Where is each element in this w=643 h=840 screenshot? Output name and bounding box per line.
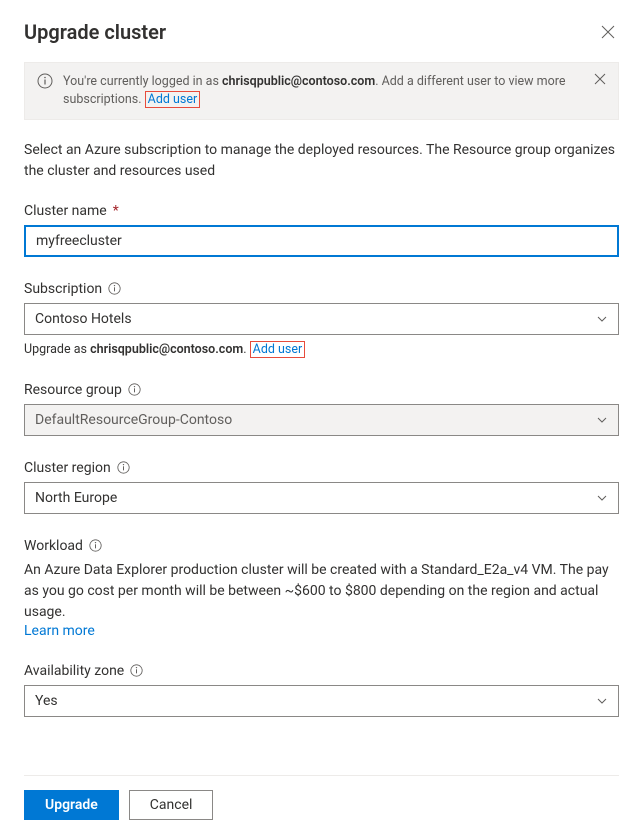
chevron-down-icon (596, 313, 608, 325)
add-user-highlight: Add user (145, 91, 201, 108)
required-asterisk: * (113, 203, 119, 219)
resource-group-label: Resource group (24, 382, 619, 398)
chevron-down-icon (596, 695, 608, 707)
availability-zone-value: Yes (35, 693, 58, 709)
banner-email: chrisqpublic@contoso.com (222, 74, 375, 89)
page-title: Upgrade cluster (24, 20, 166, 44)
workload-label-text: Workload (24, 538, 83, 554)
banner-text: You're currently logged in as chrisqpubl… (63, 73, 584, 109)
add-user-link-helper[interactable]: Add user (253, 342, 303, 357)
subscription-label: Subscription (24, 281, 619, 297)
cluster-region-label: Cluster region (24, 460, 619, 476)
availability-zone-label: Availability zone (24, 663, 619, 679)
subscription-select[interactable]: Contoso Hotels (24, 303, 619, 335)
chevron-down-icon (596, 492, 608, 504)
banner-prefix: You're currently logged in as (63, 74, 222, 89)
cancel-button[interactable]: Cancel (129, 790, 214, 820)
add-user-highlight: Add user (250, 341, 306, 358)
info-icon[interactable] (89, 539, 102, 552)
availability-zone-label-text: Availability zone (24, 663, 124, 679)
info-icon[interactable] (108, 282, 121, 295)
workload-label: Workload (24, 538, 619, 554)
cluster-region-select[interactable]: North Europe (24, 482, 619, 514)
close-icon (594, 73, 606, 85)
dismiss-banner-button[interactable] (594, 73, 606, 85)
subscription-label-text: Subscription (24, 281, 102, 297)
info-banner: You're currently logged in as chrisqpubl… (24, 62, 619, 120)
form-description: Select an Azure subscription to manage t… (24, 140, 619, 181)
resource-group-value: DefaultResourceGroup-Contoso (35, 412, 232, 428)
info-icon[interactable] (130, 664, 143, 677)
subscription-helper: Upgrade as chrisqpublic@contoso.com. Add… (24, 341, 619, 358)
footer: Upgrade Cancel (24, 775, 619, 820)
cluster-name-label-text: Cluster name (24, 203, 107, 219)
info-icon[interactable] (117, 461, 130, 474)
cluster-region-label-text: Cluster region (24, 460, 111, 476)
helper-prefix: Upgrade as (24, 342, 90, 357)
resource-group-select[interactable]: DefaultResourceGroup-Contoso (24, 404, 619, 436)
workload-description: An Azure Data Explorer production cluste… (24, 560, 619, 623)
helper-email: chrisqpublic@contoso.com (90, 342, 243, 357)
close-icon (601, 25, 615, 39)
info-icon[interactable] (128, 383, 141, 396)
cluster-region-value: North Europe (35, 490, 117, 506)
availability-zone-select[interactable]: Yes (24, 685, 619, 717)
info-icon (37, 73, 53, 89)
upgrade-button[interactable]: Upgrade (24, 790, 119, 820)
chevron-down-icon (596, 414, 608, 426)
learn-more-link[interactable]: Learn more (24, 623, 95, 639)
cluster-name-input[interactable] (24, 225, 619, 257)
close-button[interactable] (597, 21, 619, 43)
add-user-link-banner[interactable]: Add user (148, 92, 198, 107)
resource-group-label-text: Resource group (24, 382, 122, 398)
subscription-value: Contoso Hotels (35, 311, 132, 327)
cluster-name-label: Cluster name * (24, 203, 619, 219)
